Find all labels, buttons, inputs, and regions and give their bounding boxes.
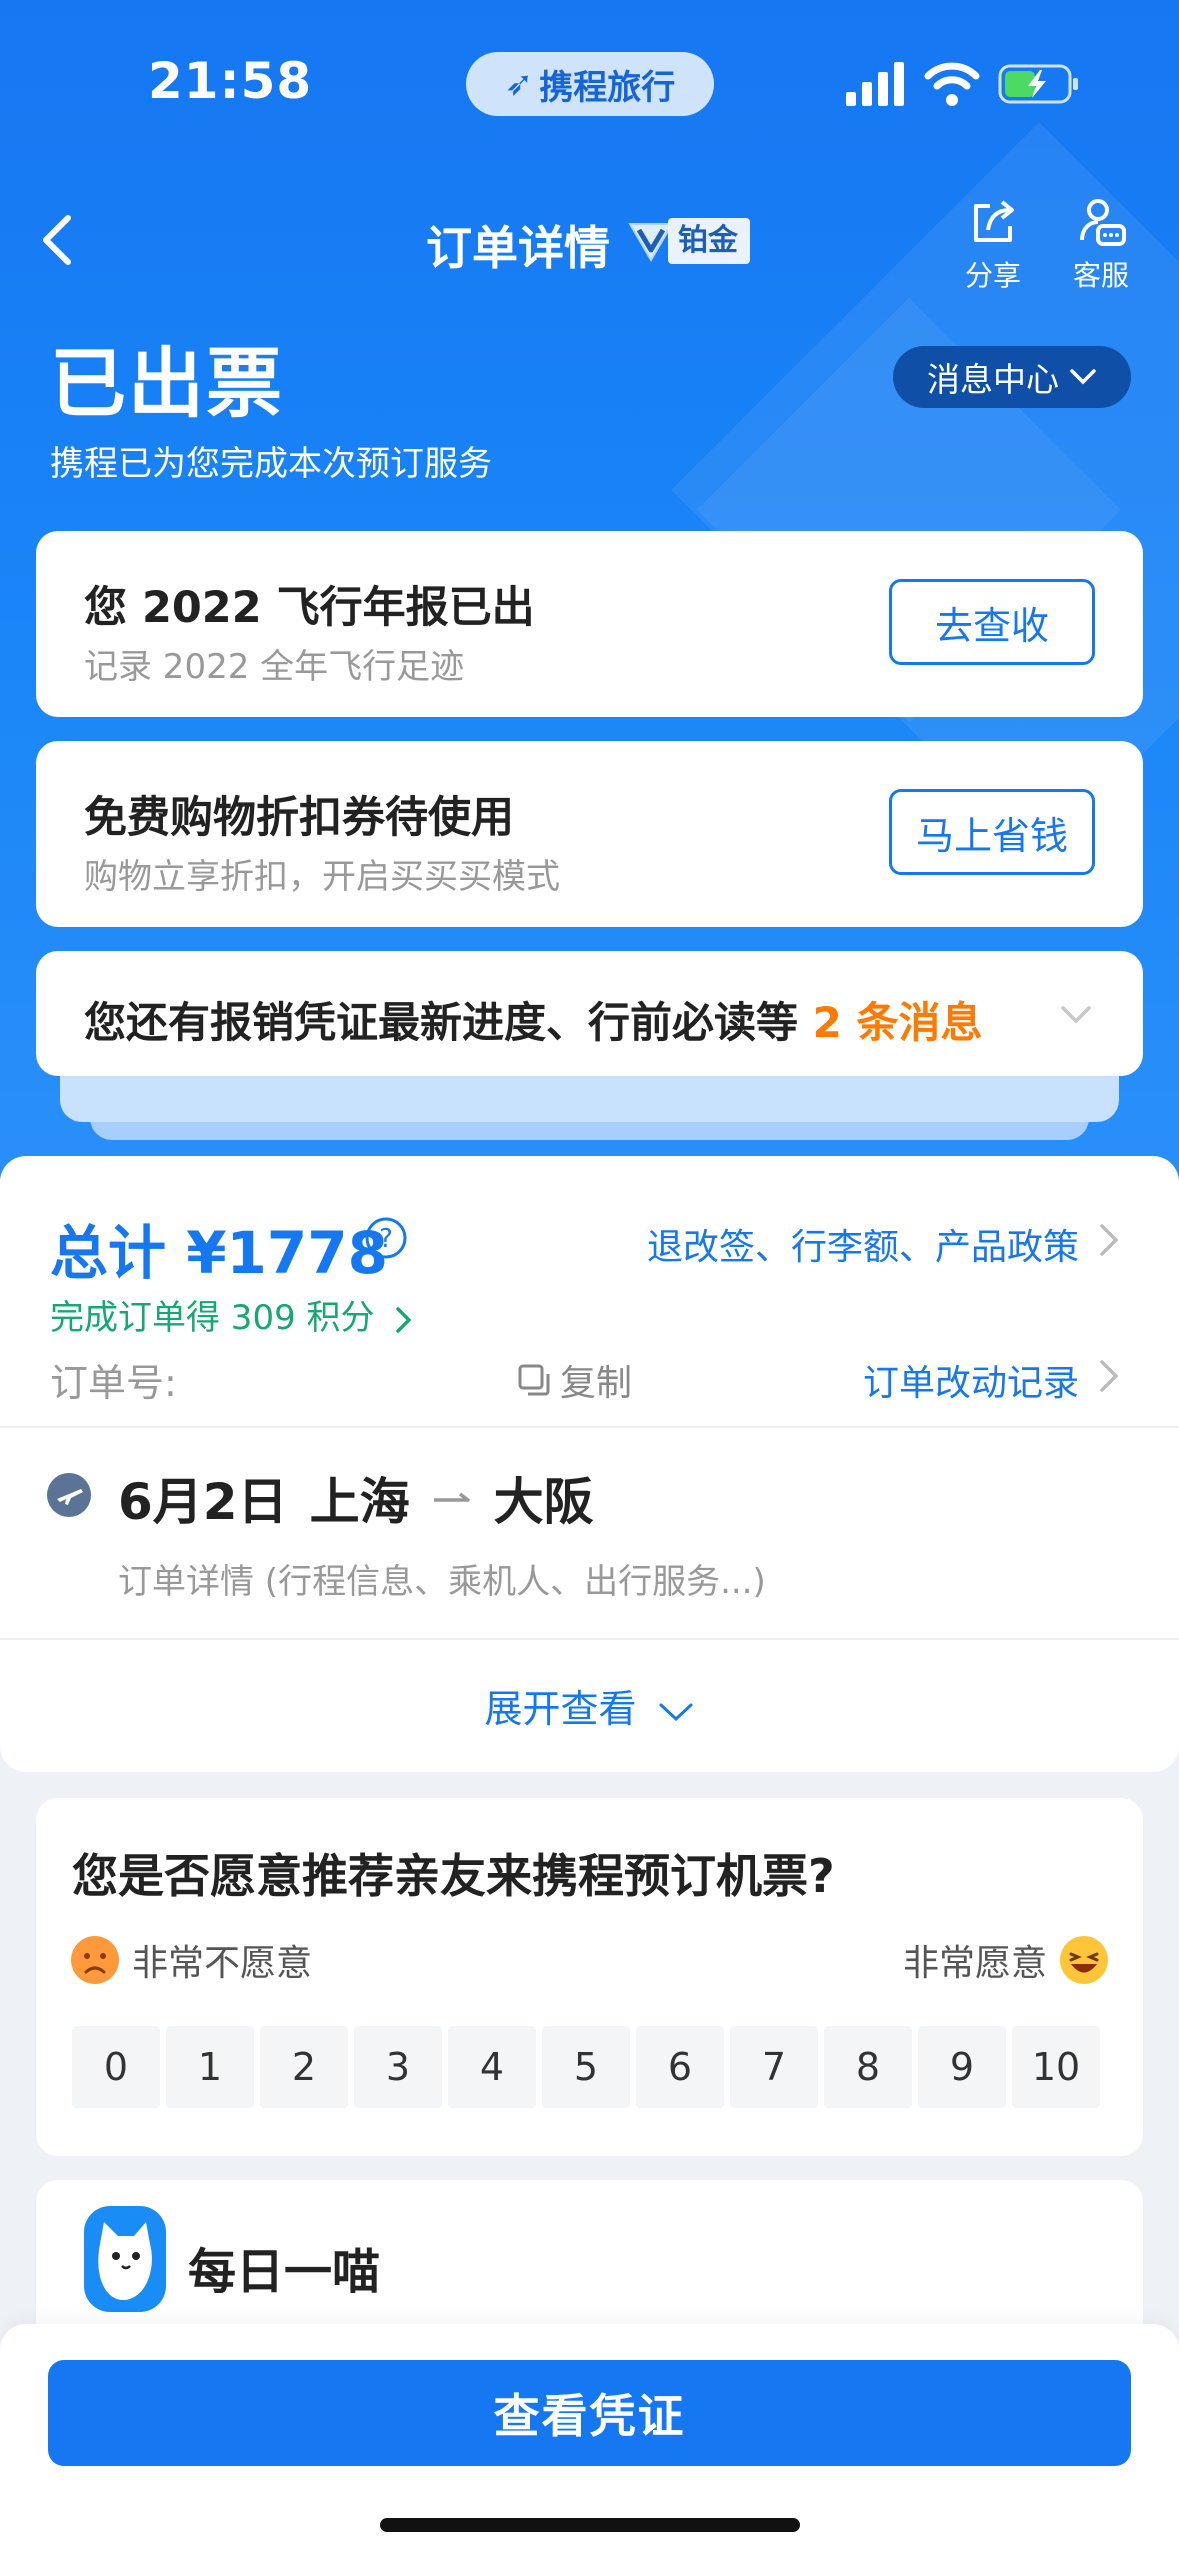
status-time: 21:58	[148, 52, 313, 110]
notice-text: 您还有报销凭证最新进度、行前必读等 2 条消息	[84, 989, 982, 1050]
card-title: 您 2022 飞行年报已出	[84, 583, 535, 633]
app-name: 携程旅行	[539, 67, 676, 108]
survey-high-end: 非常愿意	[903, 1934, 1109, 1986]
score-option-10[interactable]: 10	[1012, 2026, 1100, 2108]
policy-link[interactable]: 退改签、行李额、产品政策	[647, 1218, 1079, 1270]
ticket-status: 已出票	[50, 339, 284, 428]
svg-text:?: ?	[379, 1224, 393, 1254]
view-voucher-button[interactable]: 查看凭证	[48, 2360, 1131, 2466]
cellular-signal-icon	[846, 62, 904, 106]
order-total: 总计 ¥1778	[50, 1219, 388, 1287]
nps-scale: 0 1 2 3 4 5 6 7 8 9 10	[72, 2026, 1100, 2108]
page-title: 订单详情	[426, 221, 610, 275]
card-title: 免费购物折扣券待使用	[84, 793, 514, 843]
order-summary-panel: 总计 ¥1778 ? 退改签、行李额、产品政策 完成订单得 309 积分 订单号…	[0, 1156, 1179, 1772]
ctrip-logo-icon: ➶	[504, 64, 534, 104]
member-level-text: 铂金	[668, 218, 750, 264]
header-background: 21:58 ➶ 携程旅行 订单详情 铂金 分享 客服 已出票 携程已为您完成本次…	[0, 0, 1179, 1180]
status-subtitle: 携程已为您完成本次预订服务	[50, 444, 492, 484]
survey-low-end: 非常不愿意	[70, 1934, 312, 1986]
airplane-icon	[47, 1473, 91, 1517]
share-label: 分享	[964, 259, 1021, 292]
notice-card[interactable]: 您还有报销凭证最新进度、行前必读等 2 条消息	[36, 951, 1143, 1076]
flight-report-card[interactable]: 您 2022 飞行年报已出 记录 2022 全年飞行足迹 去查收	[36, 531, 1143, 717]
chevron-down-icon	[659, 1703, 693, 1721]
low-label: 非常不愿意	[132, 1943, 313, 1984]
score-option-0[interactable]: 0	[72, 2026, 160, 2108]
card-subtitle: 记录 2022 全年飞行足迹	[84, 647, 465, 687]
points-reward-link[interactable]: 完成订单得 309 积分	[50, 1290, 413, 1339]
nps-survey-card: 您是否愿意推荐亲友来携程预订机票? 非常不愿意 非常愿意 0 1 2 3 4 5…	[36, 1798, 1143, 2156]
cat-mascot-icon	[84, 2206, 166, 2312]
copy-label: 复制	[560, 1363, 633, 1404]
flight-route[interactable]: 6月2日 上海 大阪	[118, 1462, 594, 1534]
save-money-button[interactable]: 马上省钱	[889, 789, 1095, 875]
back-arrow-icon[interactable]	[36, 210, 80, 270]
copy-order-number-button[interactable]: 复制	[516, 1354, 632, 1406]
card-subtitle: 购物立享折扣，开启买买买模式	[84, 857, 560, 897]
points-text: 完成订单得 309 积分	[50, 1298, 375, 1338]
flight-date: 6月2日	[118, 1473, 288, 1531]
question-circle-icon[interactable]: ?	[364, 1216, 408, 1260]
customer-service-label: 客服	[1072, 259, 1129, 292]
score-option-6[interactable]: 6	[636, 2026, 724, 2108]
order-change-record-link[interactable]: 订单改动记录	[863, 1354, 1079, 1406]
chevron-right-icon	[396, 1306, 412, 1333]
customer-service-button[interactable]: 客服	[1056, 196, 1146, 294]
chevron-down-icon	[1061, 1006, 1091, 1024]
member-level-badge[interactable]: 铂金	[626, 216, 750, 266]
copy-icon	[518, 1364, 550, 1396]
order-number-label: 订单号:	[50, 1361, 177, 1405]
route-arrow-icon	[433, 1492, 470, 1502]
view-report-button[interactable]: 去查收	[889, 579, 1095, 665]
origin-city: 上海	[309, 1473, 410, 1531]
wifi-icon	[924, 62, 980, 106]
customer-service-icon	[1080, 199, 1126, 246]
destination-city: 大阪	[493, 1473, 594, 1531]
notice-count: 2 条消息	[812, 998, 983, 1047]
score-option-1[interactable]: 1	[166, 2026, 254, 2108]
score-option-5[interactable]: 5	[542, 2026, 630, 2108]
chevron-right-icon	[1100, 1360, 1119, 1392]
coupon-card[interactable]: 免费购物折扣券待使用 购物立享折扣，开启买买买模式 马上省钱	[36, 741, 1143, 927]
score-option-8[interactable]: 8	[824, 2026, 912, 2108]
survey-question: 您是否愿意推荐亲友来携程预订机票?	[72, 1849, 835, 1903]
unhappy-face-icon	[71, 1936, 119, 1984]
app-return-pill[interactable]: ➶ 携程旅行	[466, 52, 714, 116]
chevron-down-icon	[1070, 369, 1096, 385]
message-center-button[interactable]: 消息中心	[893, 346, 1131, 408]
notice-message: 您还有报销凭证最新进度、行前必读等	[84, 998, 813, 1047]
chevron-right-icon	[1100, 1224, 1119, 1256]
expand-label: 展开查看	[484, 1687, 637, 1731]
score-option-7[interactable]: 7	[730, 2026, 818, 2108]
score-option-3[interactable]: 3	[354, 2026, 442, 2108]
share-button[interactable]: 分享	[948, 196, 1038, 294]
score-option-9[interactable]: 9	[918, 2026, 1006, 2108]
divider	[0, 1638, 1179, 1640]
message-center-label: 消息中心	[927, 360, 1059, 399]
order-detail-hint: 订单详情 (行程信息、乘机人、出行服务...)	[118, 1562, 766, 1602]
battery-charging-icon	[998, 64, 1078, 104]
score-option-4[interactable]: 4	[448, 2026, 536, 2108]
daily-cat-title: 每日一喵	[188, 2244, 381, 2300]
divider	[0, 1426, 1179, 1428]
high-label: 非常愿意	[902, 1943, 1047, 1984]
score-option-2[interactable]: 2	[260, 2026, 348, 2108]
home-indicator[interactable]	[380, 2518, 800, 2532]
share-icon	[974, 200, 1014, 242]
card-stack-shadow	[60, 1070, 1119, 1122]
laughing-face-icon	[1060, 1936, 1108, 1984]
expand-details-button[interactable]: 展开查看	[0, 1678, 1179, 1733]
